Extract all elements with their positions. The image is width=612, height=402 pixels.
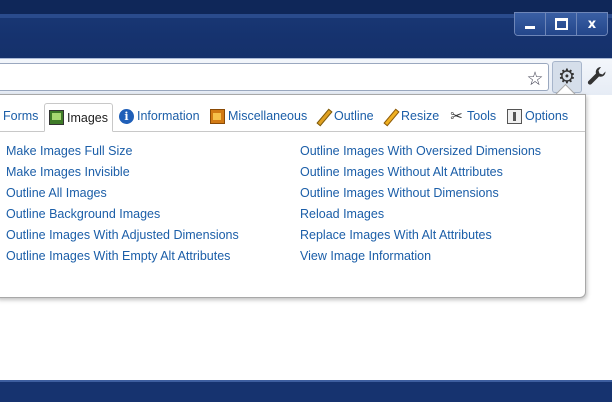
tab-label: Resize — [401, 109, 440, 123]
link-replace-with-alt[interactable]: Replace Images With Alt Attributes — [300, 225, 541, 246]
browser-toolbar: ☆ ⚙ — [0, 58, 612, 95]
link-outline-oversized-dimensions[interactable]: Outline Images With Oversized Dimensions — [300, 141, 541, 162]
tab-information[interactable]: i Information — [119, 103, 200, 129]
link-reload-images[interactable]: Reload Images — [300, 204, 541, 225]
options-icon — [507, 108, 522, 124]
tab-resize[interactable]: Resize — [383, 103, 439, 129]
tab-label: Options — [525, 109, 569, 123]
close-button[interactable]: x — [576, 13, 607, 35]
tab-options[interactable]: Options — [507, 103, 568, 129]
address-bar[interactable]: ☆ — [0, 63, 549, 91]
maximize-icon — [554, 18, 568, 30]
link-outline-without-alt[interactable]: Outline Images Without Alt Attributes — [300, 162, 541, 183]
panel-tabs: Forms Images i Information Miscellaneous… — [0, 103, 585, 132]
link-make-images-invisible[interactable]: Make Images Invisible — [6, 162, 239, 183]
window-bottom-frame — [0, 380, 612, 402]
window-titlebar: x — [0, 0, 612, 58]
miscellaneous-icon — [210, 108, 225, 124]
star-icon[interactable]: ☆ — [525, 69, 545, 89]
window-controls: x — [514, 12, 608, 36]
link-view-image-information[interactable]: View Image Information — [300, 246, 541, 267]
close-icon: x — [587, 16, 597, 32]
wrench-icon[interactable] — [586, 65, 608, 87]
pencil-icon — [316, 109, 331, 124]
tab-label: Tools — [467, 109, 497, 123]
images-links-left: Make Images Full Size Make Images Invisi… — [6, 141, 239, 267]
link-outline-all-images[interactable]: Outline All Images — [6, 183, 239, 204]
images-icon — [49, 110, 64, 125]
tab-outline[interactable]: Outline — [316, 103, 374, 129]
link-make-images-full-size[interactable]: Make Images Full Size — [6, 141, 239, 162]
tab-label: Information — [137, 109, 200, 123]
link-outline-empty-alt[interactable]: Outline Images With Empty Alt Attributes — [6, 246, 239, 267]
minimize-button[interactable] — [515, 13, 545, 35]
tab-miscellaneous[interactable]: Miscellaneous — [210, 103, 307, 129]
info-icon: i — [119, 108, 134, 124]
tab-label: Outline — [334, 109, 374, 123]
tab-label: Forms — [3, 109, 39, 123]
web-developer-popup: Forms Images i Information Miscellaneous… — [0, 94, 586, 298]
images-links-right: Outline Images With Oversized Dimensions… — [300, 141, 541, 267]
link-outline-without-dimensions[interactable]: Outline Images Without Dimensions — [300, 183, 541, 204]
tab-label: Images — [67, 110, 108, 125]
tab-forms[interactable]: Forms — [3, 103, 38, 129]
maximize-button[interactable] — [545, 13, 576, 35]
tab-images[interactable]: Images — [44, 103, 113, 132]
minimize-icon — [525, 26, 535, 29]
link-outline-adjusted-dimensions[interactable]: Outline Images With Adjusted Dimensions — [6, 225, 239, 246]
tab-tools[interactable]: ✂ Tools — [449, 103, 496, 129]
gear-icon: ⚙ — [558, 64, 576, 88]
link-outline-background-images[interactable]: Outline Background Images — [6, 204, 239, 225]
pencil-icon — [383, 109, 398, 124]
tab-label: Miscellaneous — [228, 109, 308, 123]
tools-icon: ✂ — [450, 106, 463, 125]
